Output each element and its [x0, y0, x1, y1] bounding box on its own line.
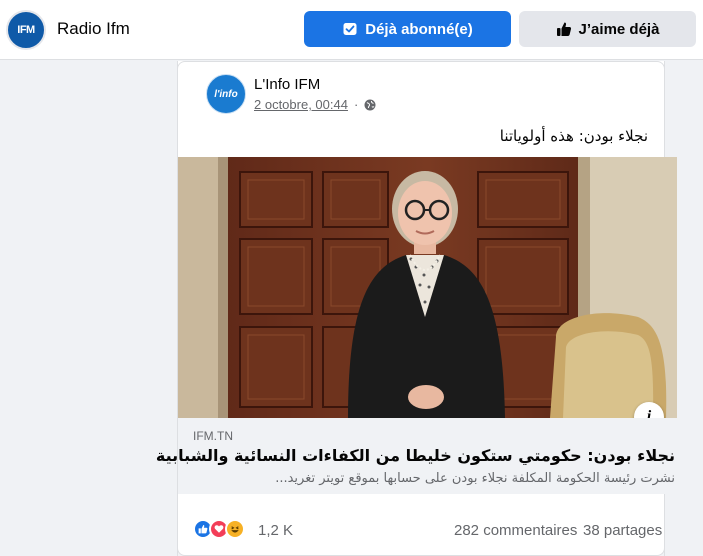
link-title[interactable]: نجلاء بودن: حكومتي ستكون خليطا من الكفاء… — [156, 446, 675, 465]
inbox-check-icon — [343, 23, 357, 35]
page-name[interactable]: Radio Ifm — [57, 19, 130, 39]
author-avatar[interactable]: l'info — [206, 74, 246, 114]
like-label: J’aime déjà — [578, 20, 660, 38]
photo-illustration — [178, 157, 677, 418]
logo-text: IFM — [17, 24, 35, 36]
post-photo[interactable] — [178, 157, 677, 418]
page-header: IFM Radio Ifm Déjà abonné(e) J’aime déjà — [0, 0, 703, 60]
globe-icon — [364, 99, 376, 110]
thumbs-up-icon — [556, 22, 571, 36]
post-author[interactable]: L'Info IFM — [254, 76, 320, 93]
post-text: نجلاء بودن: هذه أولوياتنا — [499, 127, 648, 145]
haha-reaction-icon — [225, 519, 245, 539]
meta-separator: · — [353, 97, 359, 112]
link-domain: IFM.TN — [193, 429, 233, 443]
post-date[interactable]: 2 octobre, 00:44 — [254, 97, 348, 112]
reaction-count[interactable]: 1,2 K — [258, 522, 293, 539]
like-page-button[interactable]: J’aime déjà — [519, 11, 696, 47]
avatar-text: l'info — [214, 88, 238, 100]
subscribed-button[interactable]: Déjà abonné(e) — [304, 11, 511, 47]
page-logo[interactable]: IFM — [6, 10, 46, 50]
shares-count[interactable]: 38 partages — [583, 522, 662, 539]
subscribed-label: Déjà abonné(e) — [365, 20, 473, 38]
post-meta: 2 octobre, 00:44 · — [254, 97, 376, 112]
reaction-icons[interactable] — [193, 519, 245, 539]
link-description: نشرت رئيسة الحكومة المكلفة نجلاء بودن عل… — [275, 471, 675, 486]
comments-count[interactable]: 282 commentaires — [454, 522, 577, 539]
